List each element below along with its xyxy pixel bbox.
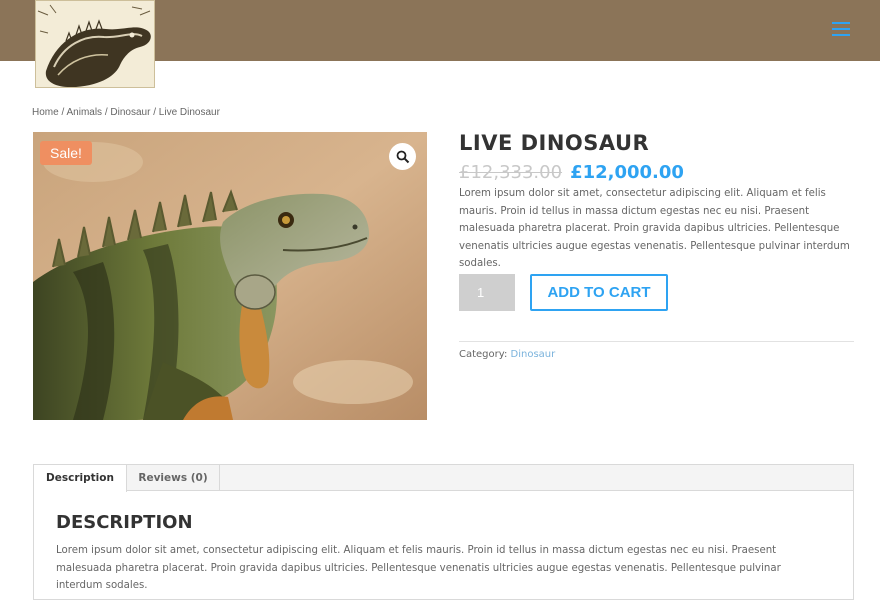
meta-divider: [459, 341, 854, 342]
sale-badge: Sale!: [40, 141, 92, 165]
short-description: Lorem ipsum dolor sit amet, consectetur …: [459, 188, 850, 269]
magnifier-icon[interactable]: [389, 143, 416, 170]
tab-description[interactable]: Description: [34, 465, 127, 492]
product-price: £12,333.00 £12,000.00: [459, 162, 684, 183]
description-text: Lorem ipsum dolor sit amet, consectetur …: [56, 545, 781, 591]
breadcrumb-dinosaur[interactable]: Dinosaur: [110, 107, 150, 118]
breadcrumb-home[interactable]: Home: [32, 107, 59, 118]
category-link[interactable]: Dinosaur: [511, 349, 556, 360]
tab-reviews[interactable]: Reviews (0): [127, 465, 220, 491]
breadcrumb-animals[interactable]: Animals: [66, 107, 102, 118]
add-to-cart-button[interactable]: ADD TO CART: [530, 274, 668, 311]
sale-price: £12,000.00: [570, 162, 684, 183]
product-category: Category: Dinosaur: [459, 349, 556, 360]
hamburger-menu-icon[interactable]: [832, 22, 850, 38]
site-logo[interactable]: [35, 0, 155, 88]
product-tabs: Description Reviews (0) DESCRIPTION Lore…: [33, 464, 854, 600]
breadcrumb: Home / Animals / Dinosaur / Live Dinosau…: [32, 107, 220, 118]
product-image[interactable]: [33, 132, 427, 420]
description-heading: DESCRIPTION: [56, 512, 193, 533]
breadcrumb-current: Live Dinosaur: [158, 107, 220, 118]
quantity-input[interactable]: [459, 274, 515, 311]
product-title: LIVE DINOSAUR: [459, 131, 650, 155]
tab-bar: Description Reviews (0): [34, 465, 853, 492]
regular-price: £12,333.00: [459, 162, 563, 183]
